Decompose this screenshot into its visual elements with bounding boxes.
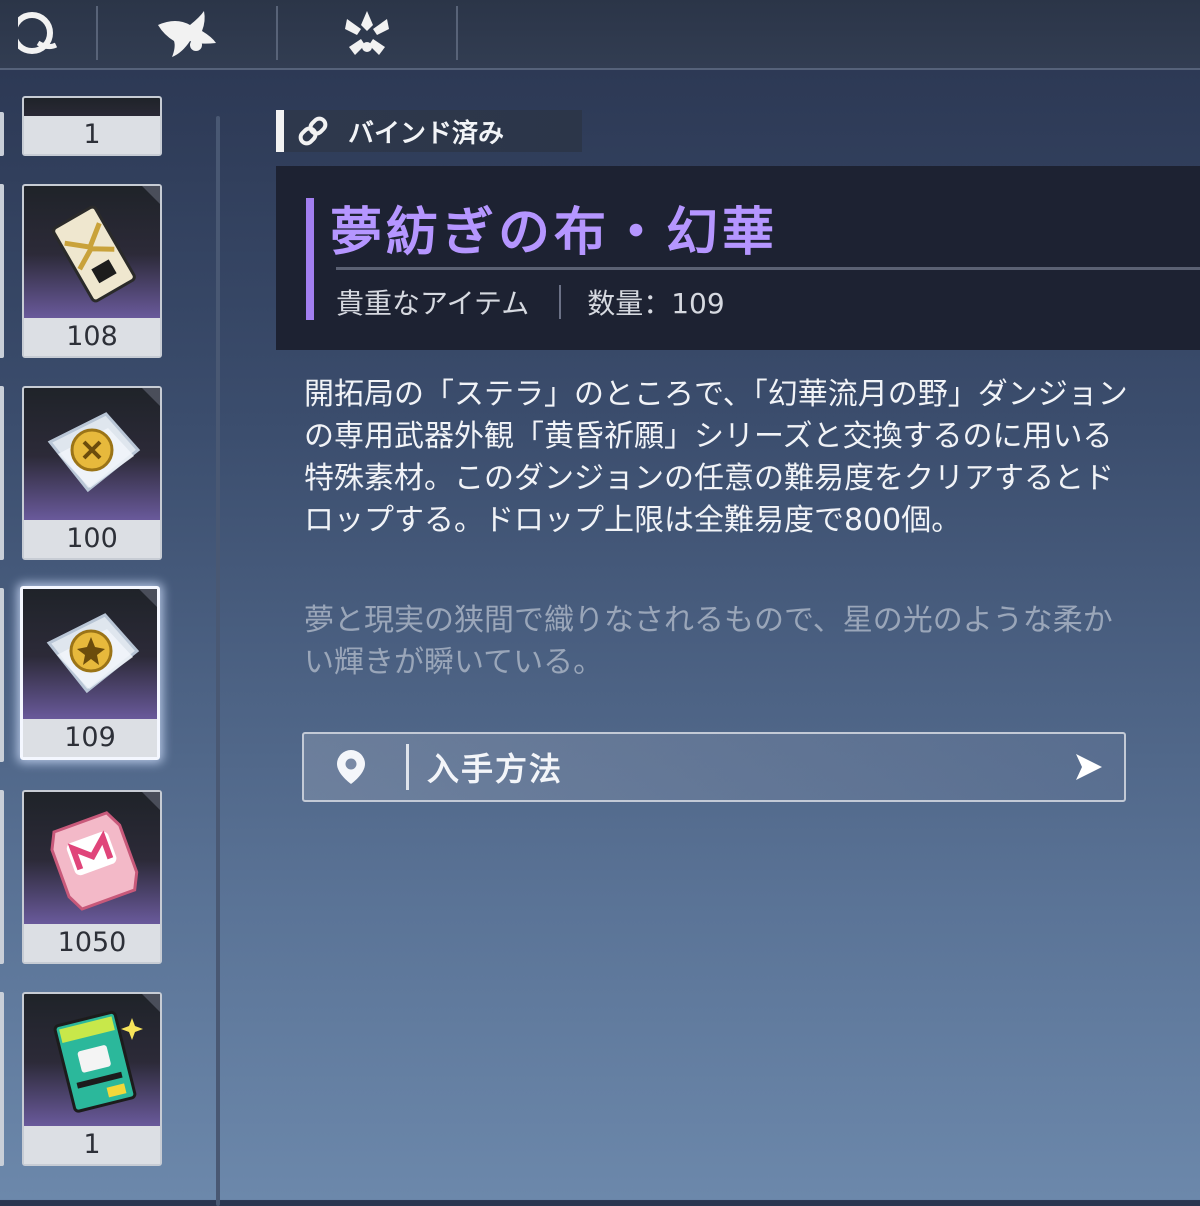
acquire-method-button[interactable]: 入手方法 xyxy=(302,732,1126,802)
item-card-selected[interactable]: 109 xyxy=(20,586,160,760)
item-count: 1 xyxy=(24,116,160,154)
item-card[interactable]: 108 xyxy=(22,184,162,358)
item-count: 108 xyxy=(24,318,160,356)
item-count: 1 xyxy=(24,1126,160,1164)
item-meta-row: 貴重なアイテム 数量：109 xyxy=(336,282,725,322)
item-count: 1050 xyxy=(24,924,160,962)
fish-icon xyxy=(158,11,216,57)
offscreen-card-edge xyxy=(0,386,4,560)
tab-special[interactable] xyxy=(278,0,456,66)
chevron-right-icon xyxy=(1076,754,1102,780)
item-card[interactable]: 100 xyxy=(22,386,162,560)
item-card[interactable]: 1 xyxy=(22,992,162,1166)
offscreen-card-edge xyxy=(0,992,4,1166)
location-pin-icon xyxy=(337,750,365,784)
acquire-method-label: 入手方法 xyxy=(427,750,564,788)
green-card-icon xyxy=(53,1010,143,1113)
bind-status-tag: バインド済み xyxy=(276,110,582,152)
item-flavor-text: 夢と現実の狭間で織りなされるもので、星の光のような柔かい輝きが瞬いている。 xyxy=(304,603,1113,680)
tab-divider xyxy=(456,6,458,60)
item-quantity: 数量：109 xyxy=(587,287,725,320)
offscreen-card-edge xyxy=(0,790,4,964)
sparkle-icon xyxy=(345,11,389,55)
silver-cloth-icon xyxy=(46,613,140,694)
top-tab-bar xyxy=(0,0,1200,70)
offscreen-card-edge xyxy=(0,588,4,762)
item-name: 夢紡ぎの布・幻華 xyxy=(330,203,779,263)
item-card[interactable]: 1050 xyxy=(22,790,162,964)
potion-icon xyxy=(18,12,58,54)
item-card[interactable]: 1 xyxy=(22,96,162,156)
tab-potions[interactable] xyxy=(0,0,96,66)
offscreen-card-edge xyxy=(0,112,4,156)
title-divider xyxy=(336,267,1200,270)
item-description: 開拓局の「ステラ」のところで、「幻華流月の野」ダンジョンの専用武器外観「黄昏祈願… xyxy=(304,377,1128,538)
item-category: 貴重なアイテム xyxy=(336,287,530,320)
offscreen-card-edge xyxy=(0,184,4,358)
title-accent-bar xyxy=(306,198,314,320)
bind-status-label: バインド済み xyxy=(348,118,505,149)
list-scrollbar[interactable] xyxy=(216,116,220,1206)
item-title-panel: 夢紡ぎの布・幻華 貴重なアイテム 数量：109 xyxy=(276,166,1200,350)
button-divider xyxy=(406,744,409,790)
item-count: 109 xyxy=(23,719,157,757)
pink-coupon-icon xyxy=(50,811,139,911)
item-count: 100 xyxy=(24,520,160,558)
tab-fishing[interactable] xyxy=(98,0,276,66)
link-icon xyxy=(298,116,328,146)
gold-ticket-icon xyxy=(52,205,136,303)
silver-cloth-icon xyxy=(47,412,141,493)
meta-divider xyxy=(559,285,562,319)
